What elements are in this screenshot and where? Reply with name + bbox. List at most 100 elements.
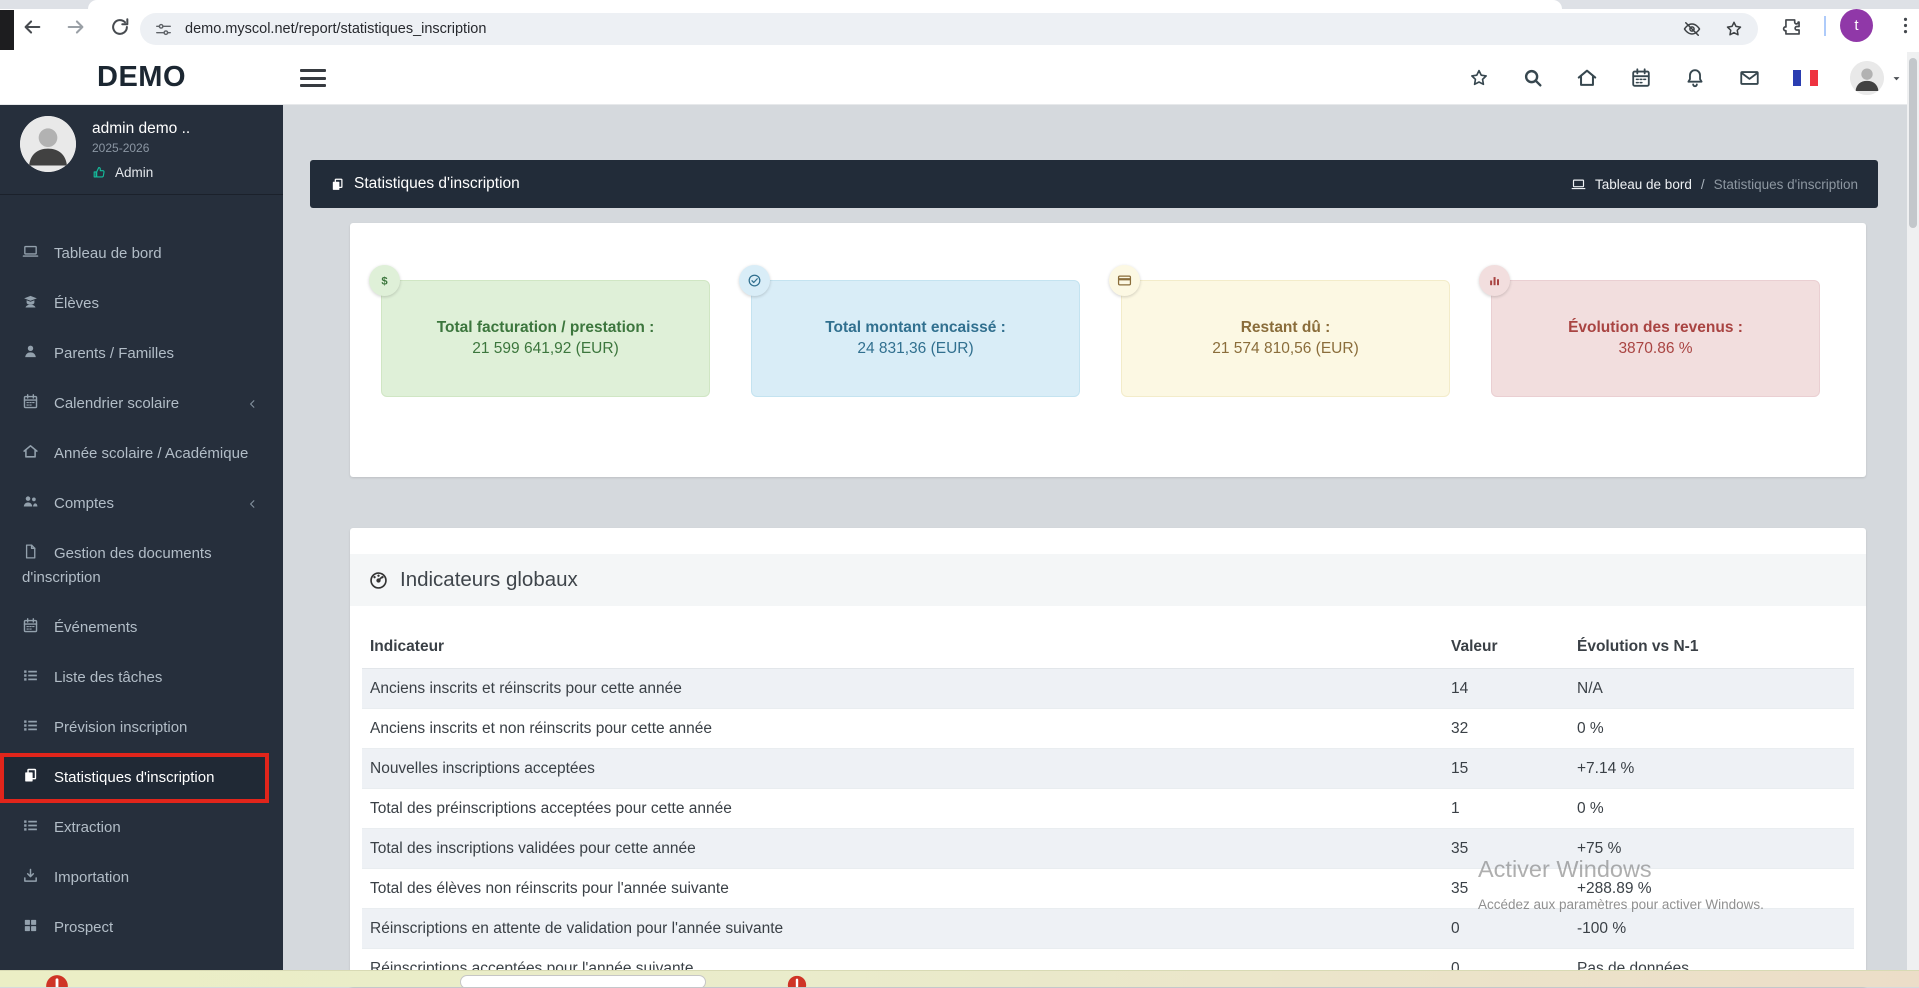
browser-chrome: demo.myscol.net/report/statistiques_insc… (0, 0, 1919, 52)
eye-slash-icon[interactable] (1682, 19, 1702, 39)
sidebar-item-l-ves[interactable]: Élèves (0, 279, 283, 329)
scrollbar-thumb[interactable] (1909, 58, 1917, 228)
list-icon (22, 717, 39, 734)
indicator-evolution: N/A (1569, 669, 1854, 709)
check-circle-icon (747, 273, 762, 288)
sidebar-item-ann-e-scolaire-acad-mique[interactable]: Année scolaire / Académique (0, 429, 283, 479)
indicator-name: Nouvelles inscriptions acceptées (362, 749, 1443, 789)
window-edge (0, 10, 14, 50)
file-icon (22, 543, 39, 560)
demo-notice-bar (0, 970, 1919, 987)
browser-menu-icon[interactable] (1895, 15, 1916, 36)
sidebar-item-pr-vision-inscription[interactable]: Prévision inscription (0, 703, 283, 753)
stat-card-label: Évolution des revenus : (1568, 319, 1743, 337)
user-menu[interactable] (1850, 61, 1903, 95)
avatar[interactable] (1850, 61, 1884, 95)
stat-card-info: Total montant encaissé :24 831,36 (EUR) (751, 280, 1080, 397)
calendar-icon (22, 393, 39, 410)
indicator-value: 14 (1443, 669, 1569, 709)
sidebar-item-label: Gestion des documents d'inscription (22, 545, 212, 586)
svg-text:$: $ (381, 275, 388, 287)
stat-card-label: Total facturation / prestation : (437, 319, 655, 337)
gauge-icon (368, 570, 389, 591)
search-icon[interactable] (1522, 67, 1544, 89)
sidebar-item-importation[interactable]: Importation (0, 853, 283, 903)
back-icon[interactable] (21, 16, 43, 38)
indicator-value: 0 (1443, 909, 1569, 949)
indicator-evolution: +75 % (1569, 829, 1854, 869)
stat-cards-row: $Total facturation / prestation :21 599 … (381, 280, 1820, 397)
french-flag-icon[interactable] (1793, 70, 1818, 86)
indicator-evolution: 0 % (1569, 709, 1854, 749)
table-row: Total des préinscriptions acceptées pour… (362, 789, 1854, 829)
col-evolution: Évolution vs N-1 (1569, 626, 1854, 669)
graduate-icon (22, 293, 39, 310)
sidebar-item-prospect[interactable]: Prospect (0, 903, 283, 953)
sidebar-item-label: Parents / Familles (54, 345, 174, 362)
forward-icon[interactable] (65, 16, 87, 38)
home-icon (22, 443, 39, 460)
site-settings-icon[interactable] (154, 20, 173, 39)
list-icon (22, 817, 39, 834)
laptop-icon (22, 243, 39, 260)
notifications-bell-icon[interactable] (1684, 67, 1706, 89)
indicator-evolution: -100 % (1569, 909, 1854, 949)
bar-chart-icon (1487, 273, 1502, 288)
sidebar-item-label: Calendrier scolaire (54, 395, 179, 412)
table-header-row: Indicateur Valeur Évolution vs N-1 (362, 626, 1854, 669)
table-row: Total des inscriptions validées pour cet… (362, 829, 1854, 869)
page-title: Statistiques d'inscription (354, 175, 520, 193)
app-logo[interactable]: DEMO (0, 61, 283, 94)
alert-icon (44, 973, 70, 987)
indicator-name: Total des élèves non réinscrits pour l'a… (362, 869, 1443, 909)
sidebar-toggle-icon[interactable] (300, 69, 326, 87)
stat-card-value: 21 599 641,92 (EUR) (472, 340, 618, 358)
screen: { "browser": { "url": "demo.myscol.net/r… (0, 0, 1919, 987)
stat-card-label: Restant dû : (1241, 319, 1331, 337)
user-school-year: 2025-2026 (92, 141, 190, 155)
toolbar-divider (1824, 16, 1826, 36)
indicators-table: Indicateur Valeur Évolution vs N-1 Ancie… (362, 626, 1854, 988)
active-tab[interactable] (88, 0, 1562, 9)
indicator-name: Anciens inscrits et non réinscrits pour … (362, 709, 1443, 749)
extensions-icon[interactable] (1782, 16, 1803, 37)
sidebar-item-label: Extraction (54, 819, 121, 836)
indicator-value: 35 (1443, 829, 1569, 869)
messages-icon[interactable] (1738, 67, 1761, 89)
url-bar[interactable]: demo.myscol.net/report/statistiques_insc… (140, 13, 1758, 45)
breadcrumb-root[interactable]: Tableau de bord (1595, 177, 1692, 192)
sidebar-item-comptes[interactable]: Comptes (0, 479, 283, 529)
copy-icon (22, 767, 39, 784)
sidebar-item-extraction[interactable]: Extraction (0, 803, 283, 853)
indicator-evolution: +288.89 % (1569, 869, 1854, 909)
indicator-name: Réinscriptions en attente de validation … (362, 909, 1443, 949)
sidebar-item-calendrier-scolaire[interactable]: Calendrier scolaire (0, 379, 283, 429)
stat-card-badge: $ (369, 265, 400, 296)
browser-profile-avatar[interactable]: t (1840, 9, 1873, 42)
sidebar-item-parents-familles[interactable]: Parents / Familles (0, 329, 283, 379)
user-role: Admin (92, 165, 190, 180)
reload-icon[interactable] (109, 16, 131, 38)
favorites-icon[interactable] (1468, 67, 1490, 89)
indicators-header: Indicateurs globaux (350, 554, 1866, 606)
sidebar-item-gestion-des-documents-d-inscription[interactable]: Gestion des documents d'inscription (0, 529, 283, 603)
user-name: admin demo .. (92, 116, 190, 138)
calendar-icon[interactable] (1630, 67, 1652, 89)
bookmark-star-icon[interactable] (1724, 19, 1744, 39)
sidebar-item-label: Prospect (54, 919, 113, 936)
sidebar-user-panel: admin demo .. 2025-2026 Admin (0, 104, 283, 195)
stat-card-value: 24 831,36 (EUR) (857, 340, 973, 358)
home-icon[interactable] (1576, 67, 1598, 89)
col-valeur: Valeur (1443, 626, 1569, 669)
sidebar-item-liste-des-t-ches[interactable]: Liste des tâches (0, 653, 283, 703)
sidebar-item-statistiques-d-inscription[interactable]: Statistiques d'inscription (0, 753, 269, 803)
page-scrollbar[interactable] (1907, 52, 1919, 971)
sidebar-item-tableau-de-bord[interactable]: Tableau de bord (0, 229, 283, 279)
user-icon (22, 343, 39, 360)
stat-card-value: 3870.86 % (1618, 340, 1692, 358)
url-text[interactable]: demo.myscol.net/report/statistiques_insc… (185, 21, 1682, 37)
table-row: Nouvelles inscriptions acceptées15+7.14 … (362, 749, 1854, 789)
sidebar-item-v-nements[interactable]: Événements (0, 603, 283, 653)
calendar-icon (22, 617, 39, 634)
sidebar-item-label: Élèves (54, 295, 99, 312)
